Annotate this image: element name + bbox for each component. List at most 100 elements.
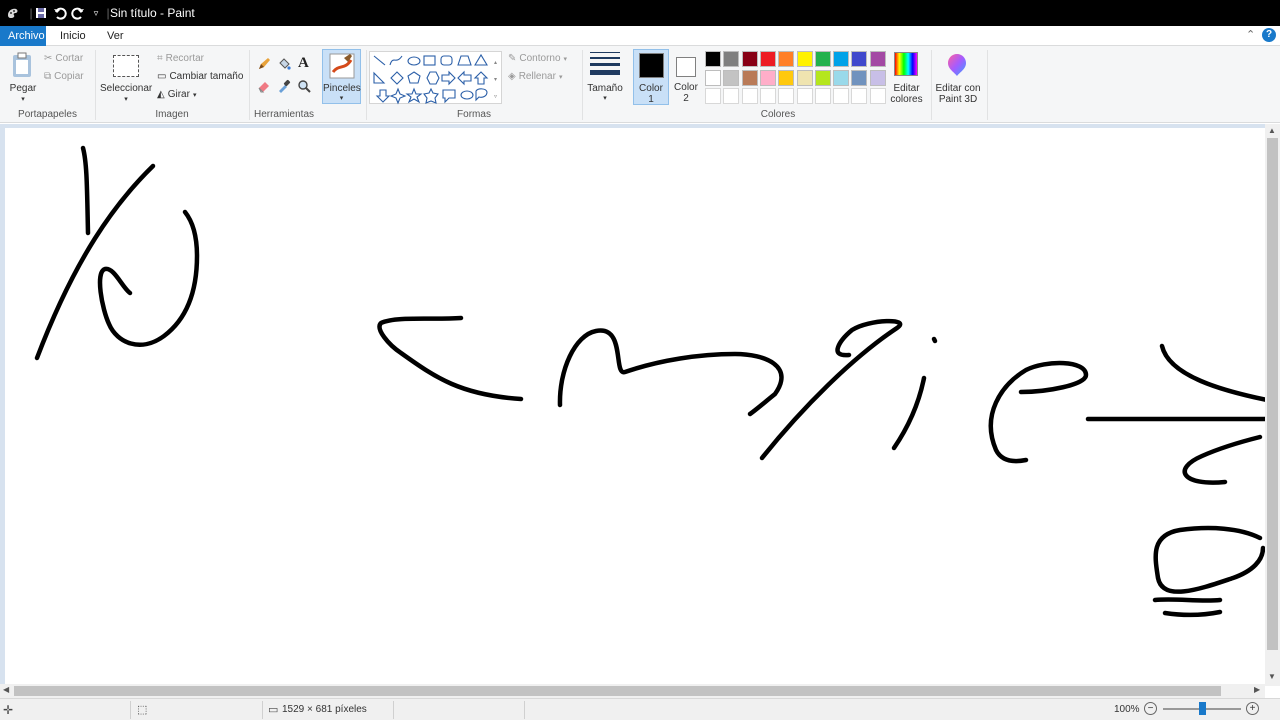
color1-label: Color bbox=[639, 83, 663, 94]
divider bbox=[262, 701, 263, 719]
pencil-icon[interactable] bbox=[257, 57, 271, 74]
brushes-button[interactable]: Pinceles ▾ bbox=[322, 49, 361, 104]
palette-swatch[interactable] bbox=[778, 51, 795, 67]
palette-swatch[interactable] bbox=[814, 51, 831, 67]
palette-swatch[interactable] bbox=[759, 51, 776, 67]
palette-swatch[interactable] bbox=[796, 69, 813, 86]
palette-swatch[interactable] bbox=[796, 88, 813, 104]
svg-text:▴: ▴ bbox=[494, 60, 497, 66]
cut-button[interactable]: ✂ Cortar bbox=[44, 53, 83, 64]
zoom-slider-thumb[interactable] bbox=[1199, 702, 1206, 715]
zoom-level: 100% bbox=[1114, 704, 1140, 715]
zoom-in-icon[interactable]: + bbox=[1246, 702, 1259, 715]
color-picker-icon[interactable] bbox=[277, 79, 291, 96]
select-dropdown-icon[interactable]: ▾ bbox=[100, 94, 152, 105]
copy-button[interactable]: ⧉ Copiar bbox=[44, 71, 84, 82]
divider bbox=[130, 701, 131, 719]
paste-dropdown-icon[interactable]: ▾ bbox=[6, 94, 40, 105]
tools-group-label: Herramientas bbox=[253, 109, 315, 120]
edit-colors-label-2[interactable]: colores bbox=[885, 94, 928, 105]
title-bar: | ▿ | Sin título - Paint bbox=[0, 0, 1280, 26]
rotate-label: Girar bbox=[167, 89, 190, 100]
help-icon[interactable]: ? bbox=[1262, 28, 1276, 42]
save-icon[interactable] bbox=[33, 5, 49, 21]
fill-bucket-icon[interactable] bbox=[277, 57, 291, 74]
divider bbox=[393, 701, 394, 719]
drawing-canvas[interactable] bbox=[5, 128, 1265, 684]
palette-swatch[interactable] bbox=[723, 51, 740, 67]
palette-swatch[interactable] bbox=[869, 69, 886, 86]
fill-button[interactable]: ◈ Rellenar ▾ bbox=[508, 71, 562, 82]
palette-swatch[interactable] bbox=[814, 69, 831, 86]
size-icon[interactable] bbox=[590, 52, 620, 75]
resize-button[interactable]: ▭ Cambiar tamaño bbox=[157, 71, 243, 82]
palette-swatch[interactable] bbox=[723, 88, 740, 104]
canvas-size-icon: ▭ bbox=[268, 704, 279, 716]
color2-button[interactable]: Color 2 bbox=[669, 49, 703, 105]
svg-text:▾: ▾ bbox=[494, 77, 497, 83]
palette-swatch[interactable] bbox=[705, 88, 721, 104]
svg-text:▿: ▿ bbox=[494, 94, 497, 100]
tab-inicio[interactable]: Inicio bbox=[51, 26, 95, 46]
fill-dropdown-icon: ▾ bbox=[558, 73, 563, 81]
edit-colors-label[interactable]: Editar bbox=[885, 83, 928, 94]
scroll-down-icon[interactable]: ▼ bbox=[1268, 672, 1276, 681]
palette-swatch[interactable] bbox=[741, 51, 758, 67]
resize-label: Cambiar tamaño bbox=[169, 71, 244, 82]
palette-swatch[interactable] bbox=[741, 88, 758, 104]
palette-swatch[interactable] bbox=[814, 88, 831, 104]
select-icon[interactable] bbox=[113, 55, 139, 77]
palette-swatch[interactable] bbox=[869, 88, 886, 104]
status-bar: ✛ ⬚ ▭ 1529 × 681 píxeles 100% − + bbox=[0, 698, 1280, 720]
palette-swatch[interactable] bbox=[778, 69, 795, 86]
shapes-icons: ▴ ▾ ▿ bbox=[373, 53, 497, 105]
select-label[interactable]: Seleccionar bbox=[100, 83, 152, 94]
palette-swatch[interactable] bbox=[833, 88, 850, 104]
horizontal-scrollbar[interactable]: ◀ ▶ bbox=[0, 684, 1265, 698]
vertical-scroll-thumb[interactable] bbox=[1267, 138, 1278, 650]
crop-button[interactable]: ⌗ Recortar bbox=[157, 53, 204, 64]
vertical-scrollbar[interactable]: ▲ ▼ bbox=[1265, 124, 1280, 686]
paste-icon[interactable] bbox=[10, 52, 36, 80]
redo-icon[interactable] bbox=[70, 5, 86, 21]
eraser-icon[interactable] bbox=[257, 79, 271, 96]
fill-icon: ◈ bbox=[508, 71, 516, 82]
paste-label[interactable]: Pegar bbox=[6, 83, 40, 94]
paint-app-icon[interactable] bbox=[5, 5, 21, 21]
palette-swatch[interactable] bbox=[851, 88, 868, 104]
palette-swatch[interactable] bbox=[833, 69, 850, 86]
undo-icon[interactable] bbox=[52, 5, 68, 21]
scroll-right-icon[interactable]: ▶ bbox=[1254, 685, 1260, 694]
shapes-gallery[interactable]: ▴ ▾ ▿ bbox=[369, 51, 502, 105]
color1-button[interactable]: Color 1 bbox=[633, 49, 669, 105]
text-tool-icon[interactable]: A bbox=[298, 55, 309, 72]
resize-icon: ▭ bbox=[157, 71, 167, 82]
paint3d-label-2[interactable]: Paint 3D bbox=[933, 94, 983, 105]
palette-swatch[interactable] bbox=[759, 69, 776, 86]
horizontal-scroll-thumb[interactable] bbox=[14, 686, 1221, 696]
scroll-left-icon[interactable]: ◀ bbox=[3, 685, 9, 694]
palette-swatch[interactable] bbox=[705, 69, 721, 86]
palette-swatch[interactable] bbox=[778, 88, 795, 104]
edit-colors-icon[interactable] bbox=[894, 52, 918, 76]
rotate-button[interactable]: ◭ Girar ▾ bbox=[157, 89, 196, 100]
palette-swatch[interactable] bbox=[851, 69, 868, 86]
palette-swatch[interactable] bbox=[705, 51, 721, 67]
palette-swatch[interactable] bbox=[759, 88, 776, 104]
collapse-ribbon-icon[interactable]: ⌃ bbox=[1246, 28, 1255, 41]
zoom-out-icon[interactable]: − bbox=[1144, 702, 1157, 715]
tab-ver[interactable]: Ver bbox=[98, 26, 133, 46]
tab-archivo[interactable]: Archivo bbox=[0, 26, 46, 46]
palette-swatch[interactable] bbox=[796, 51, 813, 67]
outline-button[interactable]: ✎ Contorno ▾ bbox=[508, 53, 567, 64]
paint3d-icon[interactable] bbox=[945, 52, 969, 78]
magnifier-icon[interactable] bbox=[297, 79, 311, 96]
palette-swatch[interactable] bbox=[833, 51, 850, 67]
palette-swatch[interactable] bbox=[741, 69, 758, 86]
palette-swatch[interactable] bbox=[851, 51, 868, 67]
palette-swatch[interactable] bbox=[723, 69, 740, 86]
scroll-up-icon[interactable]: ▲ bbox=[1268, 126, 1276, 135]
paint3d-label[interactable]: Editar con bbox=[933, 83, 983, 94]
palette-swatch[interactable] bbox=[869, 51, 886, 67]
size-dropdown-icon[interactable]: ▾ bbox=[585, 93, 625, 104]
